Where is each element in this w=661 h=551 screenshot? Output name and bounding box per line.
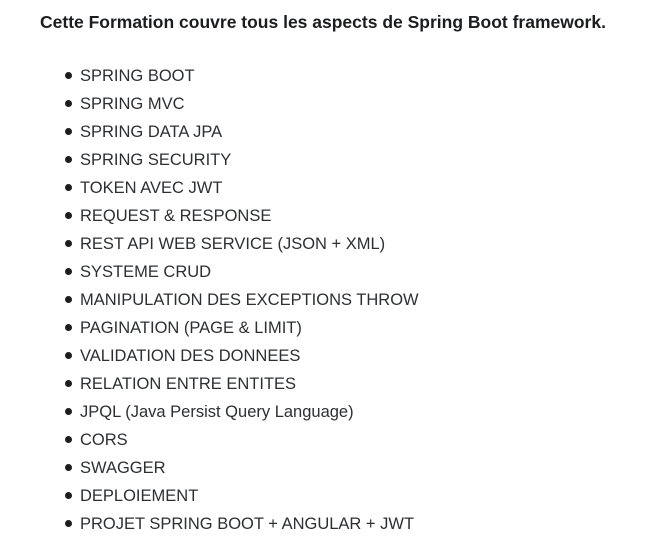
list-item: SYSTEME CRUD	[60, 258, 419, 286]
list-item: PROJET SPRING BOOT + ANGULAR + JWT	[60, 510, 419, 538]
bullet-dot-icon	[65, 464, 72, 471]
list-item: REQUEST & RESPONSE	[60, 202, 419, 230]
bullet-dot-icon	[65, 184, 72, 191]
bullet-dot-icon	[65, 324, 72, 331]
bullet-dot-icon	[65, 268, 72, 275]
bullet-dot-icon	[65, 100, 72, 107]
course-description-heading: Cette Formation couvre tous les aspects …	[40, 12, 606, 32]
list-item-label: SPRING DATA JPA	[80, 123, 223, 141]
list-item-label: SWAGGER	[80, 459, 166, 477]
bullet-dot-icon	[65, 408, 72, 415]
list-item: SPRING MVC	[60, 90, 419, 118]
list-item: REST API WEB SERVICE (JSON + XML)	[60, 230, 419, 258]
topic-list: SPRING BOOT SPRING MVC SPRING DATA JPA S…	[60, 62, 419, 538]
list-item-label: PAGINATION (PAGE & LIMIT)	[80, 319, 302, 337]
list-item-label: SPRING BOOT	[80, 67, 195, 85]
list-item: DEPLOIEMENT	[60, 482, 419, 510]
bullet-dot-icon	[65, 128, 72, 135]
bullet-dot-icon	[65, 296, 72, 303]
bullet-dot-icon	[65, 156, 72, 163]
list-item-label: SYSTEME CRUD	[80, 263, 212, 281]
bullet-dot-icon	[65, 240, 72, 247]
bullet-dot-icon	[65, 72, 72, 79]
list-item: VALIDATION DES DONNEES	[60, 342, 419, 370]
list-item-label: CORS	[80, 431, 128, 449]
bullet-dot-icon	[65, 380, 72, 387]
list-item-label: REQUEST & RESPONSE	[80, 207, 272, 225]
list-item-label: TOKEN AVEC JWT	[80, 179, 223, 197]
list-item-label: RELATION ENTRE ENTITES	[80, 375, 297, 393]
list-item: JPQL (Java Persist Query Language)	[60, 398, 419, 426]
list-item-label: JPQL (Java Persist Query Language)	[80, 403, 354, 421]
bullet-dot-icon	[65, 436, 72, 443]
list-item-label: VALIDATION DES DONNEES	[80, 347, 301, 365]
bullet-dot-icon	[65, 212, 72, 219]
list-item-label: PROJET SPRING BOOT + ANGULAR + JWT	[80, 515, 415, 533]
list-item: SWAGGER	[60, 454, 419, 482]
list-item-label: MANIPULATION DES EXCEPTIONS THROW	[80, 291, 419, 309]
list-item-label: DEPLOIEMENT	[80, 487, 199, 505]
list-item: MANIPULATION DES EXCEPTIONS THROW	[60, 286, 419, 314]
list-item: PAGINATION (PAGE & LIMIT)	[60, 314, 419, 342]
list-item: CORS	[60, 426, 419, 454]
list-item-label: REST API WEB SERVICE (JSON + XML)	[80, 235, 386, 253]
list-item: SPRING SECURITY	[60, 146, 419, 174]
bullet-dot-icon	[65, 492, 72, 499]
bullet-dot-icon	[65, 352, 72, 359]
list-item: SPRING BOOT	[60, 62, 419, 90]
list-item: SPRING DATA JPA	[60, 118, 419, 146]
list-item-label: SPRING SECURITY	[80, 151, 232, 169]
list-item: RELATION ENTRE ENTITES	[60, 370, 419, 398]
list-item: TOKEN AVEC JWT	[60, 174, 419, 202]
list-item-label: SPRING MVC	[80, 95, 185, 113]
bullet-dot-icon	[65, 520, 72, 527]
